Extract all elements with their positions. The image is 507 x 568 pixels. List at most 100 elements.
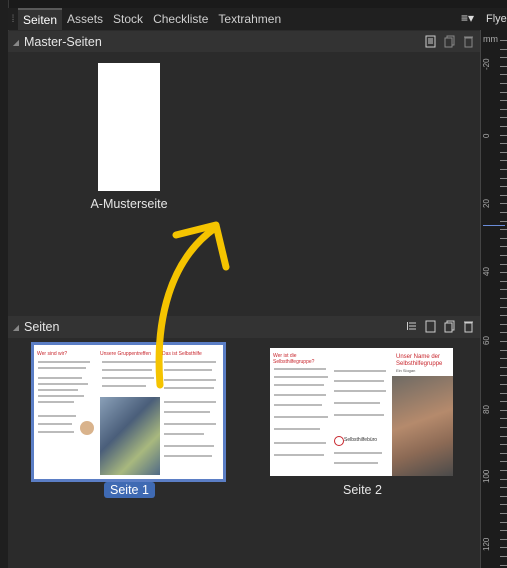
tab-stock[interactable]: Stock xyxy=(108,8,148,30)
ruler-tick xyxy=(500,324,507,325)
spread-thumbnail-2[interactable]: Wer ist die Selbsthilfegruppe? Unser Nam… xyxy=(270,348,453,476)
ruler-tick xyxy=(500,109,507,110)
ruler-label: 120 xyxy=(482,537,491,551)
ruler-tick xyxy=(500,117,507,118)
text-line xyxy=(164,411,210,413)
ruler-tick xyxy=(500,203,507,204)
avatar xyxy=(80,421,94,435)
ruler-tick xyxy=(500,539,507,540)
text-line xyxy=(38,431,74,433)
ruler-tick xyxy=(500,315,507,316)
text-line xyxy=(334,390,386,392)
ruler-tick xyxy=(500,393,507,394)
ruler-tick xyxy=(500,40,507,41)
ruler-tick xyxy=(500,264,507,265)
ruler-label: 60 xyxy=(482,336,491,345)
thumb-heading: Unser Name der Selbsthilfegruppe xyxy=(396,354,443,367)
tab-checkliste[interactable]: Checkliste xyxy=(148,8,213,30)
ruler-label: 100 xyxy=(482,469,491,483)
ruler-tick xyxy=(500,289,507,290)
add-page-icon[interactable] xyxy=(425,320,436,333)
page-2-label[interactable]: Seite 2 xyxy=(343,483,382,497)
text-line xyxy=(334,414,384,416)
thumb-slogan: Ein Slogan xyxy=(396,368,416,373)
text-line xyxy=(38,415,76,417)
ruler-tick xyxy=(500,565,507,566)
ruler-tick xyxy=(500,513,507,514)
ruler-tick xyxy=(500,522,507,523)
page-icon[interactable] xyxy=(425,35,436,48)
ruler-label: 0 xyxy=(482,133,491,138)
duplicate-page-icon[interactable] xyxy=(444,320,455,333)
text-line xyxy=(38,377,82,379)
ruler-tick xyxy=(500,367,507,368)
page-1-label[interactable]: Seite 1 xyxy=(104,482,155,498)
tab-seiten[interactable]: Seiten xyxy=(18,8,63,30)
ruler-tick xyxy=(500,83,507,84)
ruler-label: -20 xyxy=(482,58,491,70)
collapse-icon[interactable]: ◢ xyxy=(8,323,24,332)
ruler-tick xyxy=(500,66,507,67)
ruler-tick xyxy=(500,100,507,101)
text-line xyxy=(38,389,78,391)
text-line xyxy=(38,423,72,425)
text-line xyxy=(274,376,328,378)
logo-icon xyxy=(334,436,344,446)
ruler-tick xyxy=(500,384,507,385)
pages-header: ◢ Seiten xyxy=(8,316,480,339)
page-options-icon[interactable] xyxy=(406,320,417,333)
trash-icon[interactable] xyxy=(463,320,474,333)
ruler-label: 20 xyxy=(482,199,491,208)
text-line xyxy=(164,445,214,447)
text-line xyxy=(164,433,204,435)
ruler-tick xyxy=(500,238,507,239)
ruler-tick xyxy=(500,229,507,230)
ruler-tick xyxy=(500,479,507,480)
ruler-tick xyxy=(500,453,507,454)
ruler-tick xyxy=(500,436,507,437)
text-line xyxy=(274,394,326,396)
text-line xyxy=(164,423,216,425)
ruler-tick xyxy=(500,341,507,342)
ruler-tick xyxy=(500,332,507,333)
ruler-tick xyxy=(500,444,507,445)
ruler-tick xyxy=(500,152,507,153)
tab-assets[interactable]: Assets xyxy=(62,8,108,30)
ruler-unit: mm xyxy=(483,34,498,44)
text-line xyxy=(274,416,328,418)
side-tab-flyer[interactable]: Flye xyxy=(480,8,507,30)
ruler-tick xyxy=(500,504,507,505)
ruler-tick xyxy=(500,470,507,471)
ruler-marker xyxy=(483,225,505,226)
ruler-label: 40 xyxy=(482,267,491,276)
ruler-tick xyxy=(500,427,507,428)
master-pages-title: Master-Seiten xyxy=(24,35,102,49)
text-line xyxy=(274,442,326,444)
text-line xyxy=(274,428,320,430)
ruler-tick xyxy=(500,135,507,136)
panel-menu-icon[interactable]: ≡▾ xyxy=(461,11,474,25)
pages-area: Wer sind wir? Unsere Gruppentreffen Das … xyxy=(8,338,480,568)
pages-title: Seiten xyxy=(24,320,60,334)
ruler-tick xyxy=(500,57,507,58)
ruler-tick xyxy=(500,255,507,256)
thumb-heading: Wer sind wir? xyxy=(37,351,68,357)
ruler-tick xyxy=(500,221,507,222)
ruler-tick xyxy=(500,143,507,144)
tab-textrahmen[interactable]: Textrahmen xyxy=(213,8,286,30)
ruler-tick xyxy=(500,160,507,161)
duplicate-page-icon[interactable] xyxy=(444,35,455,48)
ruler-tick xyxy=(500,401,507,402)
text-line xyxy=(274,404,322,406)
ruler-tick xyxy=(500,92,507,93)
collapse-icon[interactable]: ◢ xyxy=(8,38,24,47)
text-line xyxy=(334,370,386,372)
trash-icon[interactable] xyxy=(463,35,474,48)
hands-photo xyxy=(392,376,453,476)
ruler-tick xyxy=(500,212,507,213)
ruler-tick xyxy=(500,410,507,411)
ruler-tick xyxy=(500,272,507,273)
text-line xyxy=(334,462,378,464)
master-page-thumbnail[interactable] xyxy=(98,63,160,191)
drag-grip-icon[interactable]: ⁞ xyxy=(8,8,18,30)
